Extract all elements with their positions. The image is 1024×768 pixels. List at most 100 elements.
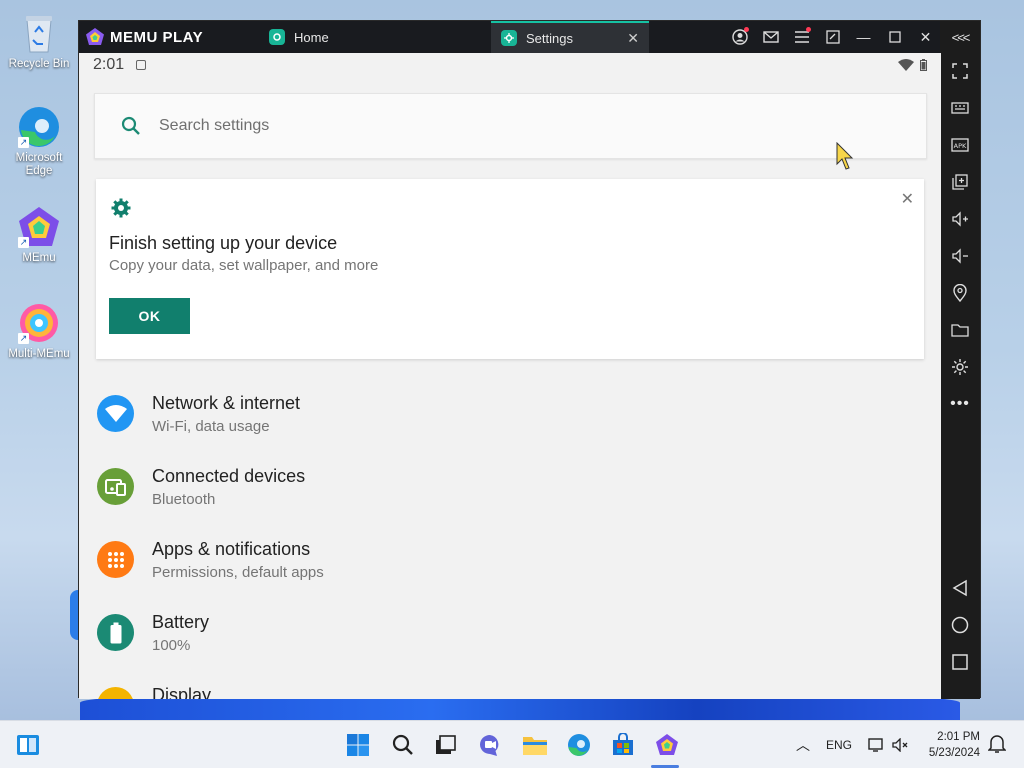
language-indicator[interactable]: ENG bbox=[826, 738, 852, 752]
desktop-icon-label: Microsoft Edge bbox=[15, 152, 63, 177]
widgets-icon bbox=[17, 735, 39, 755]
settings-item-connected-devices[interactable]: Connected devices Bluetooth bbox=[79, 456, 941, 529]
battery-status-icon bbox=[920, 59, 927, 71]
desktop-icon-edge[interactable]: ↗ Microsoft Edge bbox=[4, 104, 74, 178]
tab-label: Settings bbox=[526, 30, 573, 46]
store-icon bbox=[613, 733, 633, 755]
search-settings-bar[interactable]: Search settings bbox=[94, 93, 927, 159]
tab-label: Home bbox=[294, 29, 329, 45]
battery-icon bbox=[97, 614, 134, 651]
gear-icon bbox=[952, 359, 968, 375]
settings-item-apps[interactable]: Apps & notifications Permissions, defaul… bbox=[79, 529, 941, 602]
fullscreen-icon bbox=[952, 63, 968, 79]
wifi-signal-icon bbox=[898, 59, 914, 71]
folder-icon bbox=[951, 324, 969, 337]
start-button[interactable] bbox=[344, 731, 372, 759]
search-icon bbox=[121, 116, 140, 135]
task-view-button[interactable] bbox=[432, 731, 460, 759]
menu-button[interactable] bbox=[786, 21, 817, 53]
back-triangle-icon bbox=[952, 579, 967, 597]
add-window-icon bbox=[952, 174, 968, 190]
mail-button[interactable] bbox=[755, 21, 786, 53]
apps-icon bbox=[97, 541, 134, 578]
fullscreen-button[interactable] bbox=[940, 56, 980, 86]
status-time: 2:01 bbox=[93, 56, 125, 73]
volume-muted-icon[interactable] bbox=[892, 738, 908, 752]
desktop-icon-recycle-bin[interactable]: Recycle Bin bbox=[4, 10, 74, 71]
show-hidden-icons-chevron-icon[interactable]: ︿ bbox=[796, 735, 810, 755]
apk-install-button[interactable]: APK bbox=[940, 130, 980, 160]
ok-button[interactable]: OK bbox=[109, 298, 190, 334]
edge-icon: ↗ bbox=[16, 104, 62, 150]
system-tray: ︿ ENG bbox=[796, 721, 908, 768]
settings-item-subtitle: Permissions, default apps bbox=[152, 564, 324, 581]
display-icon bbox=[97, 687, 134, 699]
maximize-button[interactable] bbox=[879, 21, 910, 53]
shared-folder-button[interactable] bbox=[940, 315, 980, 345]
settings-item-title: Network & internet bbox=[152, 393, 301, 413]
keyboard-icon bbox=[951, 102, 969, 114]
card-subtitle: Copy your data, set wallpaper, and more bbox=[109, 257, 379, 274]
maximize-icon bbox=[888, 31, 901, 43]
screen-button[interactable] bbox=[817, 21, 848, 53]
close-button[interactable]: ✕ bbox=[910, 21, 941, 53]
clock-date: 5/23/2024 bbox=[928, 747, 980, 759]
keyboard-button[interactable] bbox=[940, 93, 980, 123]
taskbar-clock[interactable]: 2:01 PM 5/23/2024 bbox=[929, 729, 980, 761]
memu-taskbar-button[interactable] bbox=[653, 731, 681, 759]
edge-icon bbox=[568, 734, 590, 756]
menu-icon bbox=[794, 31, 809, 43]
minimize-button[interactable]: — bbox=[848, 21, 879, 53]
settings-item-display[interactable]: Display bbox=[79, 675, 941, 699]
emulator-settings-button[interactable] bbox=[940, 352, 980, 382]
collapse-toolbar-button[interactable]: <<< bbox=[940, 22, 980, 52]
store-button[interactable] bbox=[609, 731, 637, 759]
volume-down-button[interactable] bbox=[940, 241, 980, 271]
recents-button[interactable] bbox=[940, 647, 980, 677]
home-button[interactable] bbox=[940, 610, 980, 640]
close-icon: ✕ bbox=[919, 28, 932, 45]
volume-down-icon bbox=[952, 248, 968, 264]
location-button[interactable] bbox=[940, 278, 980, 308]
settings-item-title: Battery bbox=[152, 612, 210, 632]
tab-settings[interactable]: Settings ✕ bbox=[491, 21, 649, 53]
close-tab-icon[interactable]: ✕ bbox=[627, 30, 639, 47]
shortcut-arrow-icon: ↗ bbox=[18, 333, 29, 344]
desktop-icon-memu[interactable]: ↗ MEmu bbox=[4, 204, 74, 265]
wifi-icon bbox=[97, 395, 134, 432]
recents-square-icon bbox=[952, 654, 968, 670]
search-taskbar-button[interactable] bbox=[389, 731, 417, 759]
widgets-button[interactable] bbox=[14, 731, 42, 759]
setup-suggestion-card: ✕ Finish setting up your device Copy you… bbox=[96, 179, 924, 359]
tab-home[interactable]: Home bbox=[259, 21, 491, 53]
volume-up-icon bbox=[952, 211, 968, 227]
memu-logo: MEMU PLAY bbox=[79, 27, 259, 47]
file-explorer-button[interactable] bbox=[521, 731, 549, 759]
recycle-bin-icon bbox=[16, 10, 62, 56]
settings-item-battery[interactable]: Battery 100% bbox=[79, 602, 941, 675]
notifications-button[interactable] bbox=[986, 733, 1008, 755]
search-placeholder: Search settings bbox=[159, 117, 270, 134]
desktop-icon-multi-memu[interactable]: ↗ Multi-MEmu bbox=[4, 300, 74, 361]
edge-taskbar-button[interactable] bbox=[565, 731, 593, 759]
chat-icon bbox=[480, 735, 499, 756]
dismiss-card-icon[interactable]: ✕ bbox=[901, 189, 914, 209]
notification-dot bbox=[744, 27, 749, 32]
volume-up-button[interactable] bbox=[940, 204, 980, 234]
memu-icon: ↗ bbox=[16, 204, 62, 250]
network-icon[interactable] bbox=[868, 737, 886, 753]
collapse-icon: <<< bbox=[951, 29, 971, 45]
shortcut-arrow-icon: ↗ bbox=[18, 237, 29, 248]
task-view-icon bbox=[436, 735, 456, 754]
back-button[interactable] bbox=[940, 573, 980, 603]
title-bar: MEMU PLAY Home Settings ✕ — ✕ bbox=[79, 21, 941, 53]
settings-item-title: Display bbox=[152, 685, 212, 699]
svg-text:APK: APK bbox=[954, 142, 967, 150]
account-button[interactable] bbox=[724, 21, 755, 53]
multi-window-button[interactable] bbox=[940, 167, 980, 197]
windows-start-icon bbox=[347, 734, 369, 756]
chat-button[interactable] bbox=[476, 731, 504, 759]
settings-item-network[interactable]: Network & internet Wi-Fi, data usage bbox=[79, 383, 941, 456]
minimize-icon: — bbox=[856, 29, 871, 45]
more-button[interactable]: ••• bbox=[940, 389, 980, 419]
